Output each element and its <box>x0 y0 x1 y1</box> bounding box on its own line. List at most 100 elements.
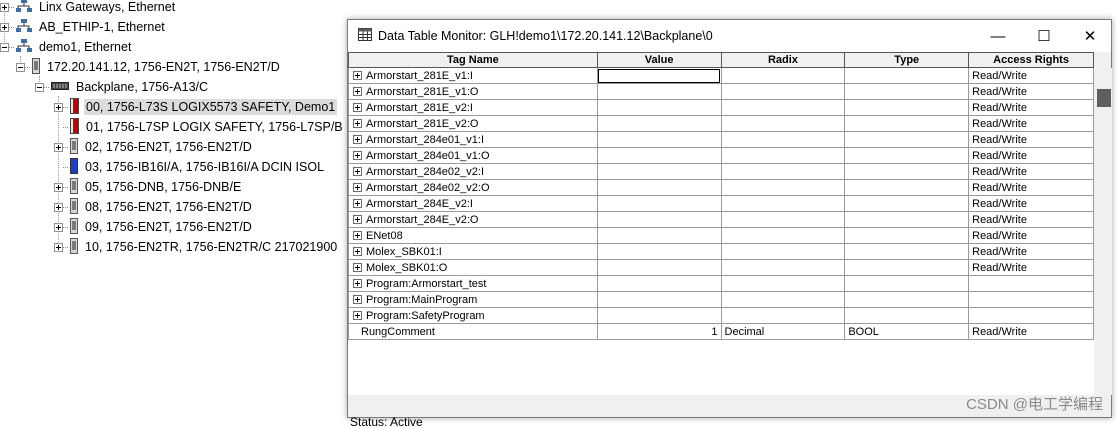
table-row[interactable]: Molex_SBK01:I Read/Write <box>348 243 1094 260</box>
tree-item-slot-08[interactable]: 08, 1756-EN2T, 1756-EN2T/D <box>54 197 254 217</box>
type-cell <box>844 179 970 196</box>
tag-name-text: Armorstart_281E_v2:O <box>366 117 479 130</box>
value-cell[interactable] <box>596 115 722 132</box>
access-rights-cell: Read/Write <box>968 83 1094 100</box>
expand-plus-icon[interactable] <box>353 166 362 176</box>
value-cell[interactable]: 1 <box>596 323 722 340</box>
tag-name-text: ENet08 <box>366 229 403 242</box>
expand-plus-icon[interactable] <box>353 134 362 144</box>
collapse-toggle[interactable] <box>0 42 9 52</box>
expand-plus-icon[interactable] <box>353 150 362 160</box>
title-bar[interactable]: Data Table Monitor: GLH!demo1\172.20.141… <box>348 20 1111 52</box>
tree-item-linx-gateways[interactable]: Linx Gateways, Ethernet <box>0 0 177 17</box>
column-header-radix[interactable]: Radix <box>720 52 846 68</box>
value-cell[interactable] <box>596 195 722 212</box>
table-row[interactable]: Program:MainProgram <box>348 291 1094 308</box>
collapse-toggle[interactable] <box>35 82 44 92</box>
tree-item-slot-10[interactable]: 10, 1756-EN2TR, 1756-EN2TR/C 217021900 <box>54 237 339 257</box>
table-row[interactable]: Armorstart_281E_v1:I Read/Write <box>348 67 1094 84</box>
expand-plus-icon[interactable] <box>353 214 362 224</box>
expand-toggle[interactable] <box>0 22 9 32</box>
close-button[interactable]: ✕ <box>1067 20 1113 52</box>
tag-name-cell: Molex_SBK01:O <box>348 259 598 276</box>
table-row[interactable]: Molex_SBK01:O Read/Write <box>348 259 1094 276</box>
table-row[interactable]: Armorstart_281E_v2:I Read/Write <box>348 99 1094 116</box>
value-cell[interactable] <box>596 163 722 180</box>
expand-toggle[interactable] <box>54 102 63 112</box>
expand-plus-icon[interactable] <box>353 294 362 304</box>
value-cell[interactable] <box>596 211 722 228</box>
value-cell[interactable] <box>596 83 722 100</box>
expand-toggle[interactable] <box>54 222 63 232</box>
tag-name-cell: Program:SafetyProgram <box>348 307 598 324</box>
tree-item-backplane[interactable]: Backplane, 1756-A13/C <box>35 77 210 97</box>
tree-item-ab-ethip[interactable]: AB_ETHIP-1, Ethernet <box>0 17 167 37</box>
tree-item-demo1[interactable]: demo1, Ethernet <box>0 37 133 57</box>
column-header-access-rights[interactable]: Access Rights <box>968 52 1094 68</box>
column-header-value[interactable]: Value <box>596 52 722 68</box>
tree-item-slot-05[interactable]: 05, 1756-DNB, 1756-DNB/E <box>54 177 243 197</box>
value-cell[interactable] <box>596 179 722 196</box>
column-header-tag-name[interactable]: Tag Name <box>348 52 598 68</box>
expand-toggle[interactable] <box>54 142 63 152</box>
table-row[interactable]: RungComment 1 Decimal BOOL Read/Write <box>348 323 1094 340</box>
value-cell[interactable] <box>596 307 722 324</box>
expand-toggle[interactable] <box>54 182 63 192</box>
tree-item-slot-09[interactable]: 09, 1756-EN2T, 1756-EN2T/D <box>54 217 254 237</box>
expand-plus-icon[interactable] <box>353 278 362 288</box>
module-icon <box>70 237 78 257</box>
radix-cell <box>720 195 846 212</box>
expand-plus-icon[interactable] <box>353 182 362 192</box>
expand-plus-icon[interactable] <box>353 86 362 96</box>
expand-toggle[interactable] <box>0 2 9 12</box>
tree-item-ip-module[interactable]: 172.20.141.12, 1756-EN2T, 1756-EN2T/D <box>16 57 282 77</box>
expand-plus-icon[interactable] <box>353 198 362 208</box>
table-row[interactable]: Armorstart_284e01_v1:O Read/Write <box>348 147 1094 164</box>
expand-plus-icon[interactable] <box>353 102 362 112</box>
expand-plus-icon[interactable] <box>353 246 362 256</box>
vertical-scrollbar[interactable] <box>1096 68 1112 395</box>
maximize-button[interactable]: ☐ <box>1021 20 1067 52</box>
tree-item-label: 03, 1756-IB16I/A, 1756-IB16I/A DCIN ISOL <box>85 160 325 174</box>
table-row[interactable]: Program:SafetyProgram <box>348 307 1094 324</box>
table-row[interactable]: Armorstart_284e02_v2:O Read/Write <box>348 179 1094 196</box>
table-row[interactable]: Armorstart_284e01_v1:I Read/Write <box>348 131 1094 148</box>
value-cell[interactable] <box>596 131 722 148</box>
value-cell[interactable] <box>596 227 722 244</box>
type-cell: BOOL <box>844 323 970 340</box>
value-cell[interactable] <box>596 275 722 292</box>
table-row[interactable]: Armorstart_284E_v2:I Read/Write <box>348 195 1094 212</box>
expand-plus-icon[interactable] <box>353 310 362 320</box>
access-rights-cell: Read/Write <box>968 179 1094 196</box>
value-cell[interactable] <box>596 147 722 164</box>
table-row[interactable]: Armorstart_284E_v2:O Read/Write <box>348 211 1094 228</box>
collapse-toggle[interactable] <box>16 62 25 72</box>
table-row[interactable]: ENet08 Read/Write <box>348 227 1094 244</box>
expand-plus-icon[interactable] <box>353 70 362 80</box>
radix-cell <box>720 275 846 292</box>
tree-item-slot-02[interactable]: 02, 1756-EN2T, 1756-EN2T/D <box>54 137 254 157</box>
column-header-type[interactable]: Type <box>844 52 970 68</box>
value-cell[interactable] <box>596 67 722 84</box>
expand-plus-icon[interactable] <box>353 118 362 128</box>
network-icon <box>16 0 32 16</box>
value-cell[interactable] <box>596 99 722 116</box>
expand-plus-icon[interactable] <box>353 262 362 272</box>
table-row[interactable]: Armorstart_284e02_v2:I Read/Write <box>348 163 1094 180</box>
table-row[interactable]: Armorstart_281E_v2:O Read/Write <box>348 115 1094 132</box>
minimize-button[interactable]: — <box>975 20 1021 52</box>
table-row[interactable]: Armorstart_281E_v1:O Read/Write <box>348 83 1094 100</box>
table-row[interactable]: Program:Armorstart_test <box>348 275 1094 292</box>
expand-toggle[interactable] <box>54 242 63 252</box>
type-cell <box>844 227 970 244</box>
expand-toggle[interactable] <box>54 202 63 212</box>
tree-item-slot-00[interactable]: 00, 1756-L73S LOGIX5573 SAFETY, Demo1 <box>54 97 338 117</box>
value-cell[interactable] <box>596 259 722 276</box>
value-cell[interactable] <box>596 243 722 260</box>
tree-item-slot-01[interactable]: 01, 1756-L7SP LOGIX SAFETY, 1756-L7SP/B … <box>54 117 355 137</box>
scrollbar-thumb[interactable] <box>1097 89 1111 107</box>
value-cell[interactable] <box>596 291 722 308</box>
tag-name-text: Program:MainProgram <box>366 293 478 306</box>
tree-item-slot-03[interactable]: 03, 1756-IB16I/A, 1756-IB16I/A DCIN ISOL <box>54 157 326 177</box>
expand-plus-icon[interactable] <box>353 230 362 240</box>
